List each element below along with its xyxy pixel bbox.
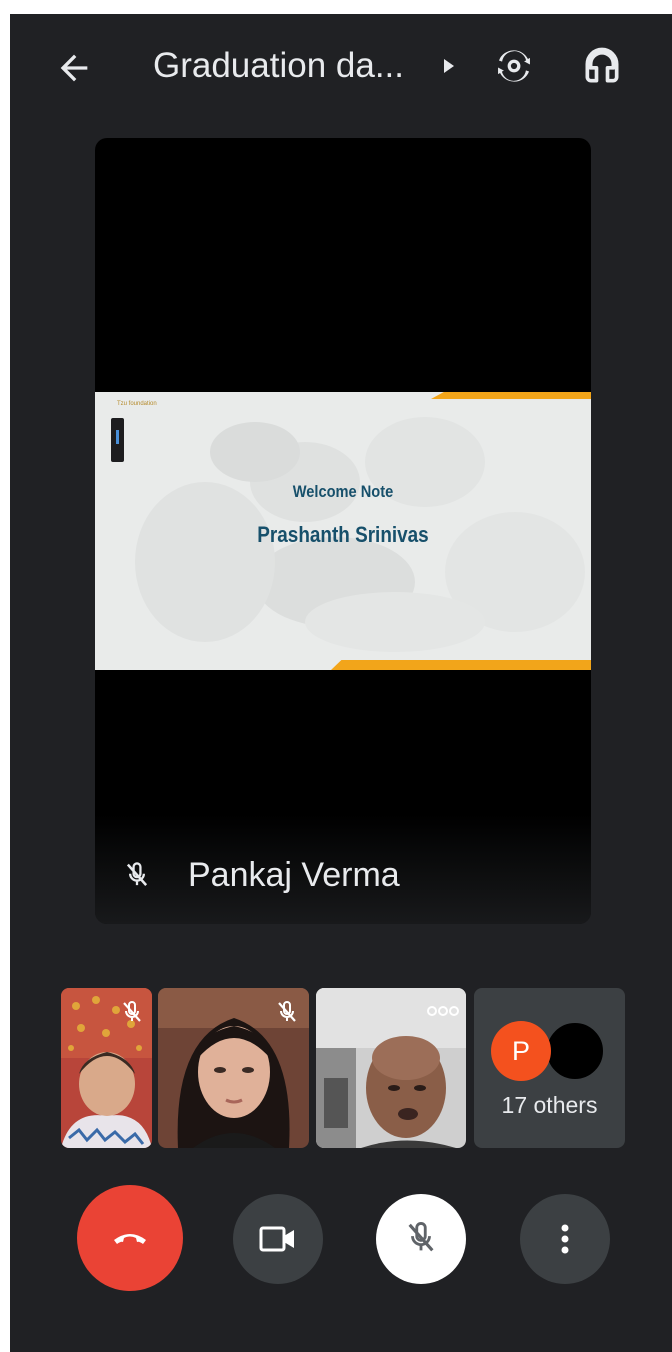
switch-camera-icon xyxy=(498,50,530,82)
meet-call-screen: Graduation da... Tzu foundation Welcome … xyxy=(10,14,672,1352)
mic-toggle-button[interactable] xyxy=(376,1194,466,1284)
mic-off-icon xyxy=(120,998,144,1028)
mic-off-icon xyxy=(123,860,151,892)
avatar xyxy=(545,1021,605,1081)
slide-accent-stripe xyxy=(431,392,591,399)
participant-name: Pankaj Verma xyxy=(188,856,400,894)
mic-off-icon xyxy=(408,1221,434,1252)
main-video-tile[interactable]: Tzu foundation Welcome Note Prashanth Sr… xyxy=(95,138,591,924)
slide-accent-stripe-bottom xyxy=(331,660,591,670)
participant-tile[interactable] xyxy=(316,988,466,1148)
slide-speaker-name: Prashanth Srinivas xyxy=(257,522,429,547)
others-count-label: 17 others xyxy=(501,1092,598,1118)
play-right-icon[interactable] xyxy=(442,58,456,74)
participant-tile[interactable] xyxy=(158,988,309,1148)
participant-tile[interactable] xyxy=(61,988,152,1148)
top-bar: Graduation da... xyxy=(10,14,672,114)
videocam-icon xyxy=(259,1226,294,1252)
mic-off-icon xyxy=(275,998,299,1028)
more-options-button[interactable] xyxy=(520,1194,610,1284)
more-horizontal-icon[interactable] xyxy=(426,1004,460,1018)
phone-hangup-icon xyxy=(114,1234,146,1244)
slide-device-image xyxy=(111,418,124,462)
audio-output-button[interactable] xyxy=(580,44,624,88)
participant-strip: P 17 others xyxy=(10,988,672,1148)
presentation-slide: Tzu foundation Welcome Note Prashanth Sr… xyxy=(95,392,591,670)
more-vertical-icon xyxy=(561,1224,569,1254)
headphones-icon xyxy=(585,47,619,83)
switch-camera-button[interactable] xyxy=(492,44,536,88)
camera-toggle-button[interactable] xyxy=(233,1194,323,1284)
slide-logo: Tzu foundation xyxy=(117,401,157,407)
end-call-button[interactable] xyxy=(77,1185,183,1291)
call-controls xyxy=(10,1184,672,1294)
back-button[interactable] xyxy=(54,48,94,88)
avatar: P xyxy=(491,1021,551,1081)
meeting-title[interactable]: Graduation da... xyxy=(153,44,404,88)
slide-heading: Welcome Note xyxy=(292,482,394,501)
arrow-left-icon xyxy=(60,54,88,82)
others-tile[interactable]: P 17 others xyxy=(474,988,625,1148)
